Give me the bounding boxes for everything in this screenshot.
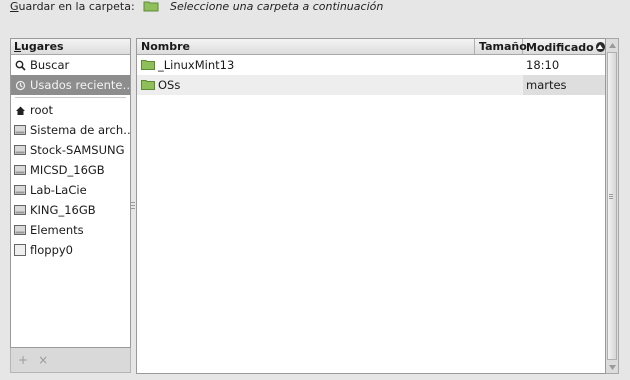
column-header-modified[interactable]: Modificado bbox=[523, 39, 605, 54]
drive-icon bbox=[14, 124, 26, 136]
place-usados-recientemente[interactable]: Usados reciente… bbox=[11, 75, 130, 95]
drive-icon bbox=[14, 224, 26, 236]
drive-icon bbox=[14, 144, 26, 156]
file-list-header: Nombre Tamaño Modificado bbox=[137, 39, 605, 55]
save-in-label: Guardar en la carpeta: bbox=[10, 0, 135, 13]
pane-splitter[interactable] bbox=[131, 200, 135, 212]
file-list-scrollbar[interactable] bbox=[606, 38, 619, 374]
drive-icon bbox=[14, 184, 26, 196]
place-label: Buscar bbox=[30, 58, 70, 72]
file-name: _LinuxMint13 bbox=[158, 58, 235, 72]
scroll-down-arrow-icon[interactable] bbox=[606, 361, 618, 373]
file-row[interactable]: OSs martes bbox=[137, 75, 605, 95]
home-icon bbox=[14, 104, 26, 116]
place-label: MICSD_16GB bbox=[30, 163, 105, 177]
column-header-name[interactable]: Nombre bbox=[137, 39, 475, 54]
folder-icon bbox=[141, 79, 155, 91]
scroll-up-arrow-icon[interactable] bbox=[606, 39, 618, 51]
places-header[interactable]: Lugares bbox=[11, 39, 130, 55]
scrollbar-thumb[interactable] bbox=[607, 52, 617, 360]
save-location-bar: Guardar en la carpeta: Seleccione una ca… bbox=[0, 0, 630, 20]
folder-icon bbox=[141, 59, 155, 71]
place-king-16gb[interactable]: KING_16GB bbox=[11, 200, 130, 220]
folder-hint-text: Seleccione una carpeta a continuación bbox=[170, 0, 384, 13]
place-label: floppy0 bbox=[30, 243, 74, 257]
recent-icon bbox=[14, 79, 26, 91]
drive-icon bbox=[14, 204, 26, 216]
file-modified: 18:10 bbox=[526, 58, 560, 72]
place-stock-samsung[interactable]: Stock-SAMSUNG bbox=[11, 140, 130, 160]
place-label: Lab-LaCie bbox=[30, 183, 87, 197]
place-label: Elements bbox=[30, 223, 84, 237]
file-name: OSs bbox=[158, 78, 181, 92]
place-sistema-de-archivos[interactable]: Sistema de arch… bbox=[11, 120, 130, 140]
file-modified: martes bbox=[523, 75, 605, 95]
scrollbar-grip bbox=[609, 193, 613, 199]
place-label: Sistema de arch… bbox=[30, 123, 130, 137]
remove-bookmark-button[interactable]: × bbox=[38, 353, 48, 367]
file-row[interactable]: _LinuxMint13 18:10 bbox=[137, 55, 605, 75]
place-elements[interactable]: Elements bbox=[11, 220, 130, 240]
floppy-icon bbox=[14, 244, 26, 256]
places-footer: + × bbox=[10, 348, 131, 373]
file-list: Nombre Tamaño Modificado _LinuxMint13 18… bbox=[136, 38, 606, 374]
place-micsd-16gb[interactable]: MICSD_16GB bbox=[11, 160, 130, 180]
place-label: Usados reciente… bbox=[30, 78, 130, 92]
place-label: KING_16GB bbox=[30, 203, 96, 217]
place-buscar[interactable]: Buscar bbox=[11, 55, 130, 75]
place-label: Stock-SAMSUNG bbox=[30, 143, 125, 157]
place-label: root bbox=[30, 103, 54, 117]
search-icon bbox=[14, 59, 26, 71]
place-lab-lacie[interactable]: Lab-LaCie bbox=[11, 180, 130, 200]
sort-ascending-icon bbox=[595, 42, 605, 52]
add-bookmark-button[interactable]: + bbox=[18, 353, 28, 367]
places-pane: Lugares Buscar Usados reciente… root Sis… bbox=[10, 38, 131, 348]
place-floppy0[interactable]: floppy0 bbox=[11, 240, 130, 260]
place-root[interactable]: root bbox=[11, 100, 130, 120]
places-separator bbox=[15, 97, 126, 98]
drive-icon bbox=[14, 164, 26, 176]
column-header-modified-label: Modificado bbox=[526, 40, 594, 54]
folder-icon[interactable] bbox=[143, 0, 159, 12]
column-header-size[interactable]: Tamaño bbox=[475, 39, 527, 54]
